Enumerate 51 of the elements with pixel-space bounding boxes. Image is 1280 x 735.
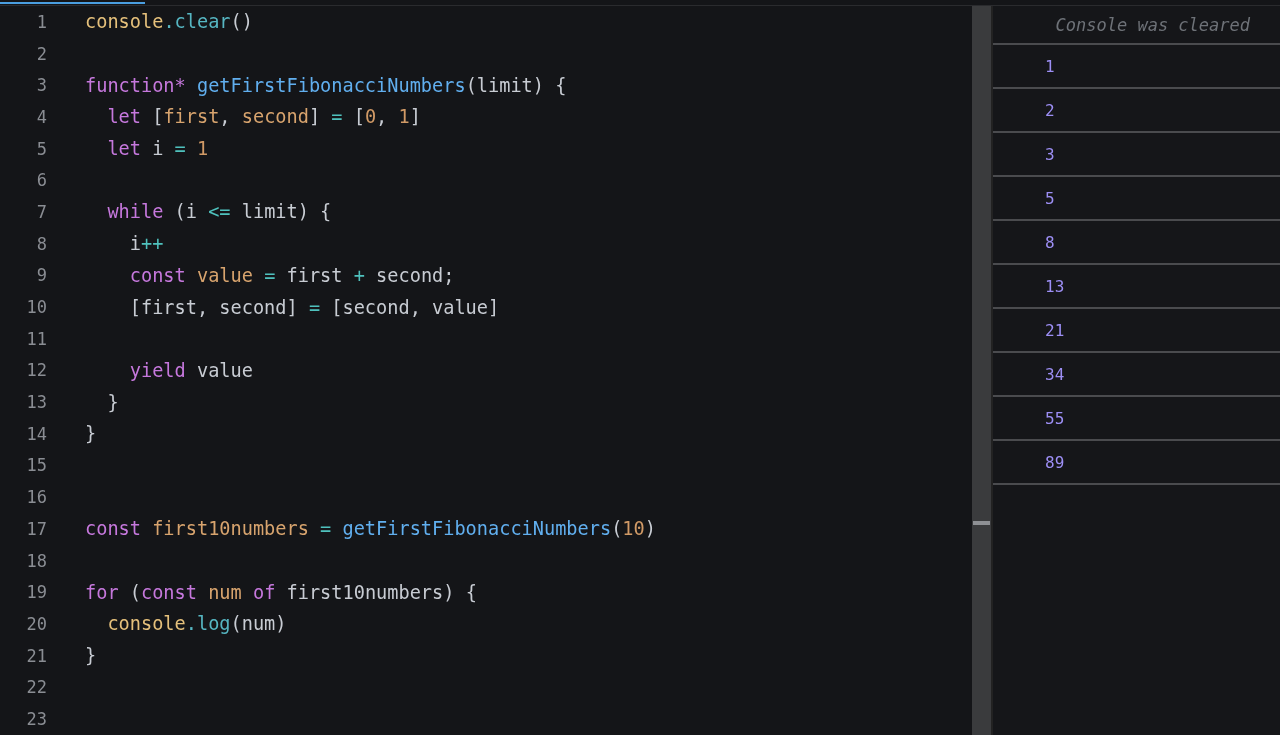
console-output: 1 — [1045, 56, 1055, 76]
line-number: 2 — [35, 43, 47, 64]
code-line: console.clear() — [85, 11, 253, 33]
console-output: 89 — [1045, 452, 1065, 472]
code-line: for (const num of first10numbers) { — [85, 581, 477, 603]
code-line: function* getFirstFibonacciNumbers(limit) { — [85, 74, 567, 96]
code-line: } — [106, 391, 119, 413]
line-number: 21 — [25, 645, 47, 666]
scrollbar-thumb[interactable] — [973, 521, 990, 525]
line-number: 23 — [25, 708, 47, 729]
line-number: 11 — [25, 328, 47, 349]
code-line: } — [85, 645, 97, 667]
code-line: let i = 1 — [106, 138, 209, 160]
console-output: 34 — [1045, 364, 1065, 384]
code-line: const value = first + second; — [128, 264, 455, 286]
code-line: } — [85, 423, 97, 445]
console-output: 2 — [1045, 100, 1055, 120]
line-number: 8 — [35, 233, 47, 254]
line-number: 12 — [25, 360, 47, 381]
line-number: 10 — [25, 297, 47, 318]
line-number: 13 — [25, 392, 47, 413]
scrollbar[interactable] — [972, 6, 991, 735]
line-number: 15 — [25, 455, 47, 476]
code-line: console.log(num) — [106, 613, 287, 635]
code-line: i++ — [128, 233, 164, 255]
line-number: 5 — [35, 138, 47, 159]
line-number: 6 — [35, 170, 47, 191]
code-line: [first, second] = [second, value] — [128, 296, 500, 318]
console-output: 55 — [1045, 408, 1065, 428]
line-number: 16 — [25, 487, 47, 508]
line-number: 22 — [25, 677, 47, 698]
line-number: 4 — [35, 106, 47, 127]
console-output: 3 — [1045, 144, 1055, 164]
line-number: 9 — [35, 265, 47, 286]
console-notice: Console was cleared — [1055, 14, 1250, 35]
line-number: 17 — [25, 518, 47, 539]
code-line: yield value — [128, 359, 253, 381]
line-number: 19 — [25, 582, 47, 603]
code-line: const first10numbers = getFirstFibonacciNumbers(10) — [85, 518, 656, 540]
line-number: 1 — [35, 11, 47, 32]
console-output: 8 — [1045, 232, 1055, 252]
line-number: 18 — [25, 550, 47, 571]
console-output: 21 — [1045, 320, 1065, 340]
line-number: 3 — [35, 75, 47, 96]
line-number: 14 — [25, 423, 47, 444]
code-line: let [first, second] = [0, 1] — [106, 106, 421, 128]
line-number: 20 — [25, 613, 47, 634]
console-output: 13 — [1045, 276, 1065, 296]
code-line: while (i <= limit) { — [106, 201, 332, 223]
console-output: 5 — [1045, 188, 1055, 208]
line-number: 7 — [35, 201, 47, 222]
